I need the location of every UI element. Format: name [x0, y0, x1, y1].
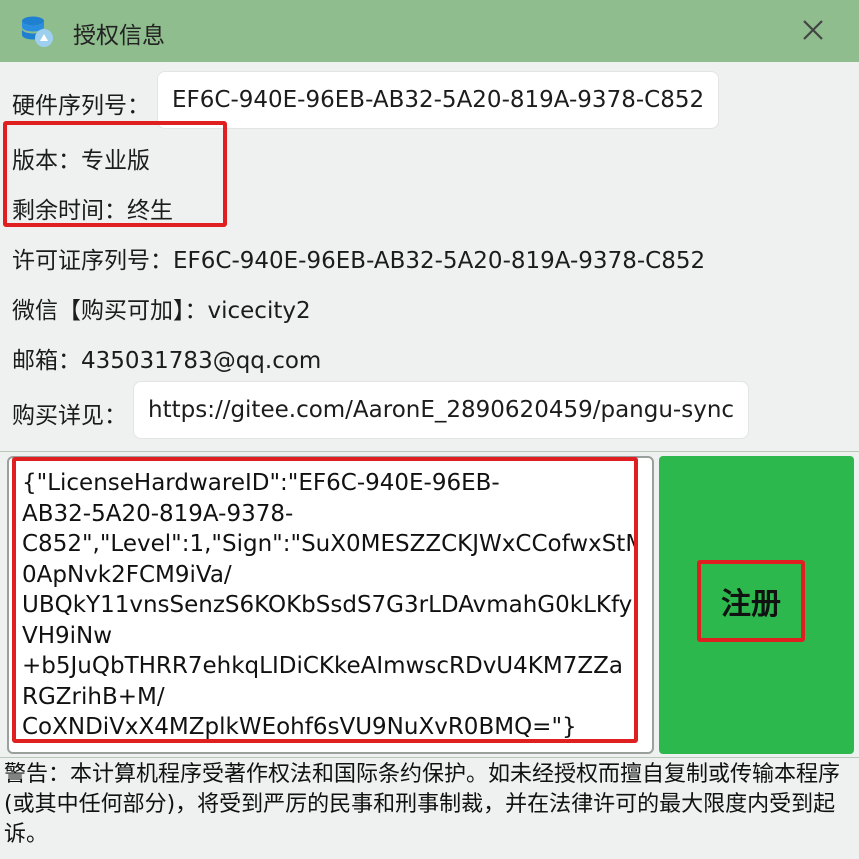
- warning-text: 警告：本计算机程序受著作权法和国际条约保护。如未经授权而擅自复制或传输本程序(或…: [4, 762, 841, 847]
- database-shield-icon: [22, 16, 53, 47]
- email-text: 邮箱：435031783@qq.com: [12, 348, 322, 374]
- highlight-box-register: [697, 560, 805, 642]
- window-title: 授权信息: [73, 23, 165, 49]
- divider: [0, 451, 859, 452]
- wechat-text: 微信【购买可加】：vicecity2: [12, 298, 311, 324]
- divider: [0, 757, 859, 758]
- hardware-serial-label: 硬件序列号：: [12, 93, 150, 119]
- purchase-label: 购买详见：: [12, 403, 127, 429]
- close-icon[interactable]: [796, 13, 830, 47]
- highlight-box-version: [3, 121, 227, 227]
- hardware-serial-field[interactable]: EF6C-940E-96EB-AB32-5A20-819A-9378-C852: [157, 71, 719, 129]
- license-serial-text: 许可证序列号：EF6C-940E-96EB-AB32-5A20-819A-937…: [12, 248, 706, 274]
- purchase-url-field[interactable]: https://gitee.com/AaronE_2890620459/pang…: [133, 381, 749, 439]
- highlight-box-license: [12, 457, 638, 743]
